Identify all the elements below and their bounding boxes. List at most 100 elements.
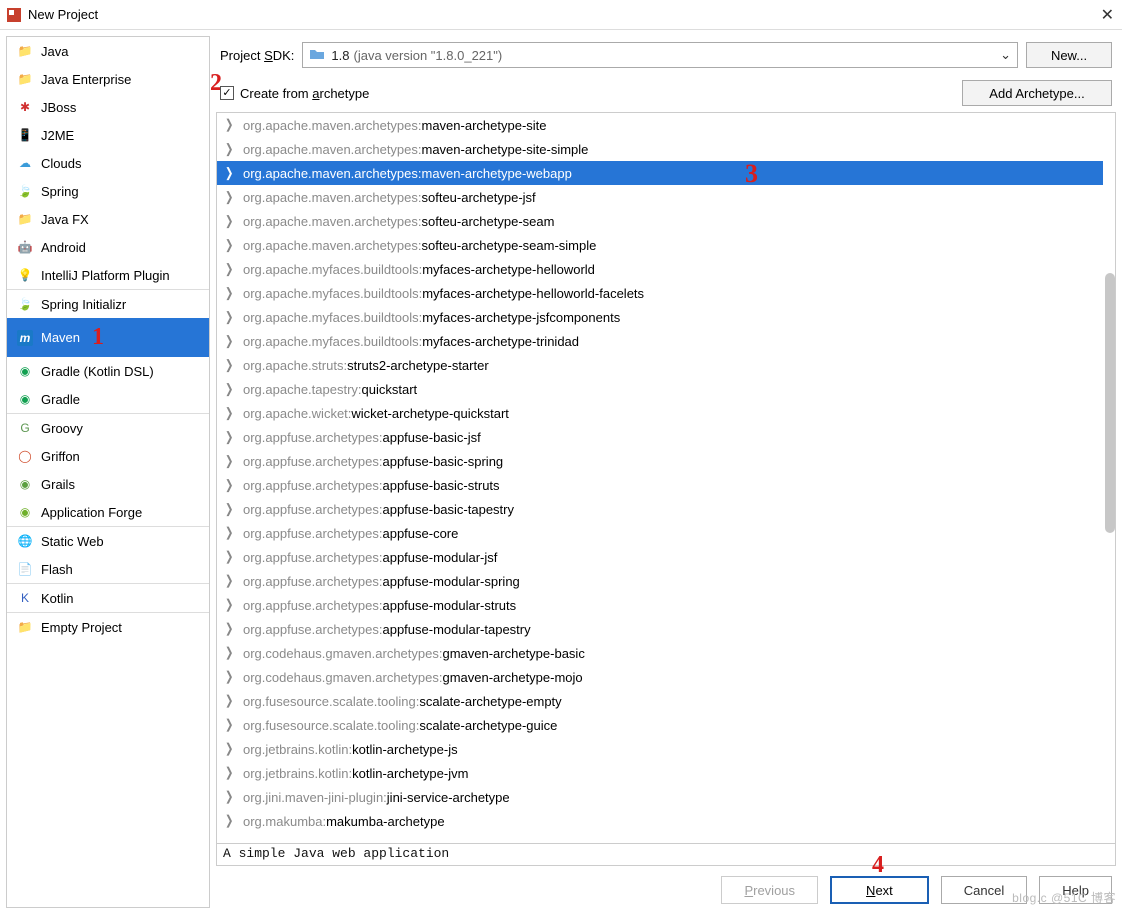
chevron-down-icon: ⌄: [1000, 47, 1011, 63]
archetype-label: org.fusesource.scalate.tooling:scalate-a…: [243, 718, 557, 733]
chevron-right-icon: ❯: [225, 814, 235, 828]
sidebar-item-spring-initializr[interactable]: 🍃Spring Initializr: [7, 290, 209, 318]
archetype-row[interactable]: ❯org.apache.tapestry:quickstart: [217, 377, 1103, 401]
spring-initializr-icon: 🍃: [17, 296, 33, 312]
sidebar-item-intellij-platform-plugin[interactable]: 💡IntelliJ Platform Plugin: [7, 261, 209, 289]
archetype-row[interactable]: ❯org.appfuse.archetypes:appfuse-modular-…: [217, 593, 1103, 617]
next-button[interactable]: Next: [830, 876, 929, 904]
archetype-row[interactable]: ❯org.appfuse.archetypes:appfuse-basic-ta…: [217, 497, 1103, 521]
sidebar-item-gradle[interactable]: ◉Gradle: [7, 385, 209, 413]
archetype-row[interactable]: ❯org.apache.maven.archetypes:maven-arche…: [217, 161, 1103, 185]
archetype-row[interactable]: ❯org.appfuse.archetypes:appfuse-basic-sp…: [217, 449, 1103, 473]
sidebar-item-spring[interactable]: 🍃Spring: [7, 177, 209, 205]
sidebar-item-java[interactable]: 📁Java: [7, 37, 209, 65]
sidebar-item-label: Java Enterprise: [41, 72, 131, 87]
chevron-right-icon: ❯: [225, 214, 235, 228]
archetype-label: org.appfuse.archetypes:appfuse-modular-j…: [243, 550, 497, 565]
chevron-right-icon: ❯: [225, 574, 235, 588]
archetype-row[interactable]: ❯org.makumba:makumba-archetype: [217, 809, 1103, 833]
previous-button[interactable]: Previous: [721, 876, 818, 904]
sidebar-item-clouds[interactable]: ☁Clouds: [7, 149, 209, 177]
sidebar-item-java-enterprise[interactable]: 📁Java Enterprise: [7, 65, 209, 93]
sidebar-item-grails[interactable]: ◉Grails: [7, 470, 209, 498]
archetype-row[interactable]: ❯org.apache.myfaces.buildtools:myfaces-a…: [217, 257, 1103, 281]
archetype-label: org.appfuse.archetypes:appfuse-basic-tap…: [243, 502, 514, 517]
archetype-row[interactable]: ❯org.appfuse.archetypes:appfuse-modular-…: [217, 617, 1103, 641]
sidebar-item-gradle-kotlin-dsl-[interactable]: ◉Gradle (Kotlin DSL): [7, 357, 209, 385]
sidebar-item-label: Gradle (Kotlin DSL): [41, 364, 154, 379]
archetype-row[interactable]: ❯org.apache.maven.archetypes:maven-arche…: [217, 113, 1103, 137]
sidebar-item-android[interactable]: 🤖Android: [7, 233, 209, 261]
archetype-row[interactable]: ❯org.apache.myfaces.buildtools:myfaces-a…: [217, 329, 1103, 353]
archetype-row[interactable]: ❯org.apache.myfaces.buildtools:myfaces-a…: [217, 305, 1103, 329]
sidebar-item-label: Spring: [41, 184, 79, 199]
archetype-tree[interactable]: ❯ org.apache.maven.archetypes:maven-arche…: [216, 112, 1116, 844]
chevron-right-icon: ❯: [225, 646, 235, 660]
sidebar-item-maven[interactable]: mMaven1: [7, 318, 209, 357]
archetype-row[interactable]: ❯ org.codehaus.gmaven.archetypes:gmaven-a…: [217, 641, 1103, 665]
sidebar-item-empty-project[interactable]: 📁Empty Project: [7, 613, 209, 641]
archetype-row[interactable]: ❯ org.jetbrains.kotlin:kotlin-archetype-j…: [217, 737, 1103, 761]
archetype-label: org.appfuse.archetypes:appfuse-core: [243, 526, 458, 541]
archetype-row[interactable]: ❯org.codehaus.gmaven.archetypes:gmaven-a…: [217, 665, 1103, 689]
sidebar-item-label: Flash: [41, 562, 73, 577]
chevron-right-icon: ❯: [225, 598, 235, 612]
archetype-label: org.appfuse.archetypes:appfuse-basic-str…: [243, 478, 500, 493]
archetype-label: org.apache.maven.archetypes:softeu-arche…: [243, 214, 554, 229]
archetype-row[interactable]: ❯ org.apache.maven.archetypes:softeu-arch…: [217, 209, 1103, 233]
chevron-right-icon: ❯: [225, 694, 235, 708]
chevron-right-icon: ❯: [225, 670, 235, 684]
archetype-row[interactable]: ❯ org.appfuse.archetypes:appfuse-modular-…: [217, 569, 1103, 593]
sidebar-item-label: Maven: [41, 330, 80, 345]
archetype-row[interactable]: ❯org.fusesource.scalate.tooling:scalate-…: [217, 713, 1103, 737]
archetype-row[interactable]: ❯org.apache.maven.archetypes:softeu-arch…: [217, 233, 1103, 257]
app-icon: [6, 7, 22, 23]
close-icon[interactable]: ✕: [1101, 5, 1114, 25]
sidebar-item-application-forge[interactable]: ◉Application Forge: [7, 498, 209, 526]
archetype-label: org.fusesource.scalate.tooling:scalate-a…: [243, 694, 562, 709]
maven-icon: m: [17, 330, 33, 346]
scrollbar-thumb[interactable]: [1105, 273, 1115, 533]
sidebar-item-griffon[interactable]: ◯Griffon: [7, 442, 209, 470]
archetype-label: org.jetbrains.kotlin:kotlin-archetype-jv…: [243, 766, 468, 781]
add-archetype-button[interactable]: Add Archetype...: [962, 80, 1112, 106]
archetype-row[interactable]: ❯org.appfuse.archetypes:appfuse-basic-js…: [217, 425, 1103, 449]
archetype-row[interactable]: ❯org.jini.maven-jini-plugin:jini-service…: [217, 785, 1103, 809]
window-title: New Project: [28, 7, 98, 22]
archetype-row[interactable]: ❯org.apache.myfaces.buildtools:myfaces-a…: [217, 281, 1103, 305]
sidebar-item-kotlin[interactable]: KKotlin: [7, 584, 209, 612]
archetype-label: org.codehaus.gmaven.archetypes:gmaven-ar…: [243, 646, 585, 661]
archetype-row[interactable]: ❯org.apache.maven.archetypes:maven-arche…: [217, 137, 1103, 161]
sidebar-item-jboss[interactable]: ✱ JBoss: [7, 93, 209, 121]
archetype-row[interactable]: ❯org.appfuse.archetypes:appfuse-modular-…: [217, 545, 1103, 569]
sidebar-item-static-web[interactable]: 🌐Static Web: [7, 527, 209, 555]
sidebar-item-label: JBoss: [41, 100, 76, 115]
archetype-row[interactable]: ❯org.apache.wicket:wicket-archetype-quic…: [217, 401, 1103, 425]
chevron-right-icon: ❯: [225, 190, 235, 204]
archetype-label: org.appfuse.archetypes:appfuse-basic-spr…: [243, 454, 503, 469]
archetype-label: org.jetbrains.kotlin:kotlin-archetype-js: [243, 742, 458, 757]
create-from-archetype-checkbox[interactable]: [220, 86, 234, 100]
chevron-right-icon: ❯: [225, 742, 235, 756]
sidebar-item-flash[interactable]: 📄Flash: [7, 555, 209, 583]
sidebar-item-j2me[interactable]: 📱J2ME: [7, 121, 209, 149]
cancel-button[interactable]: Cancel: [941, 876, 1027, 904]
archetype-label: org.appfuse.archetypes:appfuse-modular-s…: [243, 574, 520, 589]
sidebar-item-label: Clouds: [41, 156, 81, 171]
sidebar-item-java-fx[interactable]: 📁Java FX: [7, 205, 209, 233]
new-sdk-button[interactable]: New...: [1026, 42, 1112, 68]
archetype-row[interactable]: ❯org.appfuse.archetypes:appfuse-core: [217, 521, 1103, 545]
archetype-row[interactable]: ❯ org.fusesource.scalate.tooling:scalate-…: [217, 689, 1103, 713]
archetype-label: org.apache.maven.archetypes:softeu-arche…: [243, 190, 536, 205]
jboss-icon: ✱: [17, 99, 33, 115]
sidebar-item-groovy[interactable]: GGroovy: [7, 414, 209, 442]
help-button[interactable]: Help: [1039, 876, 1112, 904]
archetype-row[interactable]: ❯ org.jetbrains.kotlin:kotlin-archetype-j…: [217, 761, 1103, 785]
sdk-select[interactable]: 1.8 (java version "1.8.0_221") ⌄: [302, 42, 1018, 68]
archetype-row[interactable]: ❯org.apache.struts:struts2-archetype-sta…: [217, 353, 1103, 377]
archetype-label: org.apache.myfaces.buildtools:myfaces-ar…: [243, 310, 620, 325]
archetype-label: org.apache.maven.archetypes:maven-archet…: [243, 166, 572, 181]
archetype-row[interactable]: ❯ org.apache.maven.archetypes:softeu-arch…: [217, 185, 1103, 209]
chevron-right-icon: ❯: [225, 766, 235, 780]
archetype-row[interactable]: ❯org.appfuse.archetypes:appfuse-basic-st…: [217, 473, 1103, 497]
